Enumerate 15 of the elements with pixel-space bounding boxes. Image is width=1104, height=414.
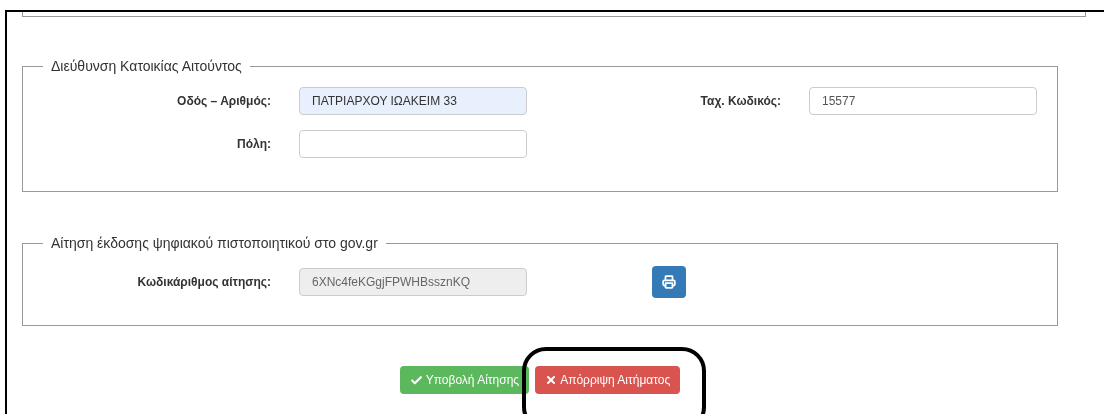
- printer-icon: [662, 275, 676, 289]
- field-label: Κωδικάριθμος αίτησης:: [136, 274, 272, 291]
- close-icon: [545, 374, 558, 386]
- input-field[interactable]: 6XNc4feKGgjFPWHBssznKQ: [299, 268, 527, 296]
- input-field[interactable]: 15577: [809, 87, 1037, 115]
- field-label: Πόλη:: [236, 136, 272, 153]
- reject-button[interactable]: Απόρριψη Αιτήματος: [535, 366, 681, 394]
- section-legend: Αίτηση έκδοσης ψηφιακού πιστοποιητικού στο gov.gr: [51, 235, 378, 251]
- field-label: Ταχ. Κωδικός:: [699, 93, 782, 110]
- check-icon: [409, 373, 423, 387]
- section-legend: Διεύθυνση Κατοικίας Αιτούντος: [51, 58, 242, 74]
- input-field[interactable]: [299, 130, 527, 158]
- field-label: Οδός – Αριθμός:: [176, 93, 272, 110]
- input-field[interactable]: ΠΑΤΡΙΑΡΧΟΥ ΙΩΑΚΕΙΜ 33: [299, 87, 527, 115]
- print-button[interactable]: [652, 266, 686, 298]
